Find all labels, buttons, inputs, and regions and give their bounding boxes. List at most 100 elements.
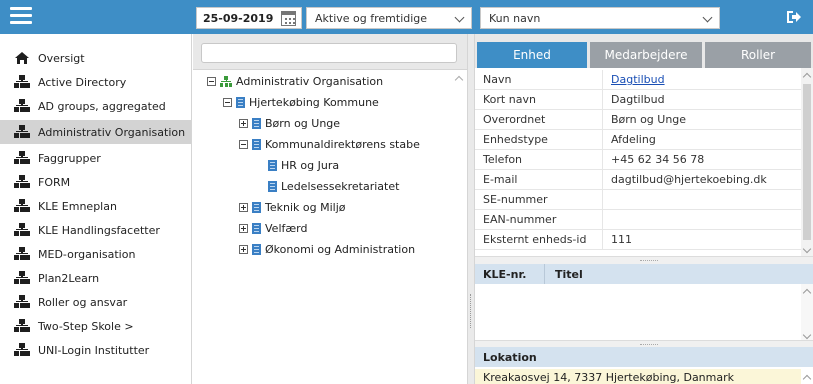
org-chart-icon (14, 271, 30, 285)
view-mode-select[interactable]: Kun navn (480, 7, 720, 29)
sidebar-item-ad-groups[interactable]: AD groups, aggregated (0, 94, 191, 118)
top-bar: 25-09-2019 Aktive og fremtidige Kun navn (0, 0, 813, 34)
logout-icon[interactable] (785, 8, 803, 26)
detail-row-enhedstype: Enhedstype Afdeling (475, 130, 801, 150)
sidebar-item-label: Faggrupper (38, 151, 101, 165)
tree-node-okonomi-og-administration[interactable]: Økonomi og Administration (239, 239, 415, 259)
sidebar-item-oversigt[interactable]: Oversigt (0, 46, 191, 70)
sidebar-item-faggrupper[interactable]: Faggrupper (0, 146, 191, 170)
detail-label: SE-nummer (475, 190, 603, 209)
tab-enhed[interactable]: Enhed (477, 42, 587, 68)
tree-node-born-og-unge[interactable]: Børn og Unge (239, 113, 340, 133)
kle-col-titel[interactable]: Titel (545, 268, 583, 281)
expand-toggle[interactable] (239, 202, 248, 212)
tree-node-label: Hjertekøbing Kommune (249, 95, 379, 109)
detail-label: EAN-nummer (475, 210, 603, 229)
expand-toggle[interactable] (239, 118, 248, 128)
org-chart-icon (14, 75, 30, 89)
sidebar-item-label: AD groups, aggregated (38, 99, 166, 113)
sidebar-item-label: Active Directory (38, 75, 127, 89)
expand-toggle[interactable] (239, 244, 248, 254)
view-mode-value: Kun navn (489, 11, 541, 25)
tree-node-label: Ledelsessekretariatet (281, 179, 400, 193)
tree-node-administrativ-organisation[interactable]: Administrativ Organisation (207, 71, 383, 91)
collapse-toggle[interactable] (223, 97, 232, 107)
sidebar-item-active-directory[interactable]: Active Directory (0, 70, 191, 94)
tree-node-hjertekobing-kommune[interactable]: Hjertekøbing Kommune (223, 92, 379, 112)
scroll-up-icon[interactable] (802, 288, 812, 298)
scroll-up-icon[interactable] (802, 72, 812, 82)
chevron-down-icon (454, 12, 465, 23)
sidebar-item-label: Plan2Learn (38, 271, 100, 285)
sidebar-item-two-step-skole[interactable]: Two-Step Skole > (0, 314, 191, 338)
status-filter-select[interactable]: Aktive og fremtidige (306, 7, 472, 29)
unit-name-link[interactable]: Dagtilbud (603, 73, 665, 86)
expand-toggle[interactable] (239, 223, 248, 233)
sidebar-item-administrativ-organisation[interactable]: Administrativ Organisation (0, 120, 191, 144)
calendar-icon[interactable] (281, 11, 296, 26)
scroll-down-icon[interactable] (802, 330, 812, 340)
org-chart-icon (14, 319, 30, 333)
sidebar-item-label: MED-organisation (38, 247, 136, 261)
sidebar-item-label: UNI-Login Institutter (38, 343, 150, 357)
kle-col-nr[interactable]: KLE-nr. (475, 264, 545, 284)
tree-node-kommunaldirektorens-stabe[interactable]: Kommunaldirektørens stabe (239, 134, 420, 154)
scroll-up-icon[interactable] (454, 75, 464, 85)
tab-roller[interactable]: Roller (705, 42, 811, 68)
kle-scrollbar[interactable] (801, 284, 813, 344)
collapse-toggle[interactable] (239, 139, 248, 149)
detail-label: Telefon (475, 150, 603, 169)
date-picker[interactable]: 25-09-2019 (196, 7, 302, 29)
building-icon (252, 117, 261, 129)
tab-medarbejdere[interactable]: Medarbejdere (590, 42, 702, 68)
detail-value: dagtilbud@hjertekoebing.dk (611, 173, 767, 186)
detail-label: Kort navn (475, 90, 603, 109)
status-filter-value: Aktive og fremtidige (315, 11, 428, 25)
tree-node-velfaerd[interactable]: Velfærd (239, 218, 307, 238)
sidebar-item-form[interactable]: FORM (0, 170, 191, 194)
sidebar-item-kle-emneplan[interactable]: KLE Emneplan (0, 194, 191, 218)
org-chart-icon (14, 125, 30, 139)
tree-node-teknik-og-miljo[interactable]: Teknik og Miljø (239, 197, 345, 217)
org-chart-icon (14, 99, 30, 113)
resizer-grip[interactable] (640, 344, 658, 346)
tree-node-label: Børn og Unge (265, 116, 341, 130)
detail-row-se-nummer: SE-nummer (475, 190, 801, 210)
building-icon (252, 243, 261, 255)
scroll-thumb[interactable] (803, 84, 811, 240)
tree-node-label: Kommunaldirektørens stabe (265, 137, 420, 151)
splitter-grip[interactable] (470, 294, 472, 328)
scroll-down-icon[interactable] (802, 244, 812, 254)
sidebar-item-kle-handlingsfacetter[interactable]: KLE Handlingsfacetter (0, 218, 191, 242)
sidebar-item-uni-login[interactable]: UNI-Login Institutter (0, 338, 191, 362)
sidebar-item-plan2learn[interactable]: Plan2Learn (0, 266, 191, 290)
kle-table-header: KLE-nr. Titel (475, 264, 813, 284)
details-scrollbar[interactable] (801, 68, 813, 258)
menu-icon[interactable] (10, 7, 32, 25)
sidebar-item-label: KLE Handlingsfacetter (38, 223, 160, 237)
detail-panel: Enhed Medarbejdere Roller Navn Dagtilbud… (475, 34, 813, 384)
panel-splitter[interactable] (467, 34, 475, 384)
sidebar-item-med-organisation[interactable]: MED-organisation (0, 242, 191, 266)
detail-value: +45 62 34 56 78 (611, 153, 705, 166)
detail-value: Børn og Unge (611, 113, 687, 126)
scroll-up-icon[interactable] (802, 374, 812, 384)
detail-row-navn: Navn Dagtilbud (475, 70, 801, 90)
org-chart-icon (14, 151, 30, 165)
detail-label: Navn (475, 70, 603, 89)
org-chart-icon (14, 199, 30, 213)
tree-node-ledelsessekretariatet[interactable]: Ledelsessekretariatet (268, 176, 399, 196)
sidebar: Oversigt Active Directory AD groups, agg… (0, 34, 192, 384)
tree-node-label: Velfærd (265, 221, 308, 235)
chevron-down-icon (702, 12, 713, 23)
org-chart-icon (14, 295, 30, 309)
collapse-toggle[interactable] (207, 76, 216, 86)
tree-node-label: Administrativ Organisation (236, 74, 384, 88)
sidebar-item-label: KLE Emneplan (38, 199, 117, 213)
tree-scrollbar[interactable] (454, 71, 465, 384)
tree-node-hr-og-jura[interactable]: HR og Jura (268, 155, 339, 175)
building-icon (252, 222, 261, 234)
sidebar-item-roller-og-ansvar[interactable]: Roller og ansvar (0, 290, 191, 314)
resizer-grip[interactable] (640, 260, 658, 262)
tree-search-input[interactable] (201, 43, 457, 63)
